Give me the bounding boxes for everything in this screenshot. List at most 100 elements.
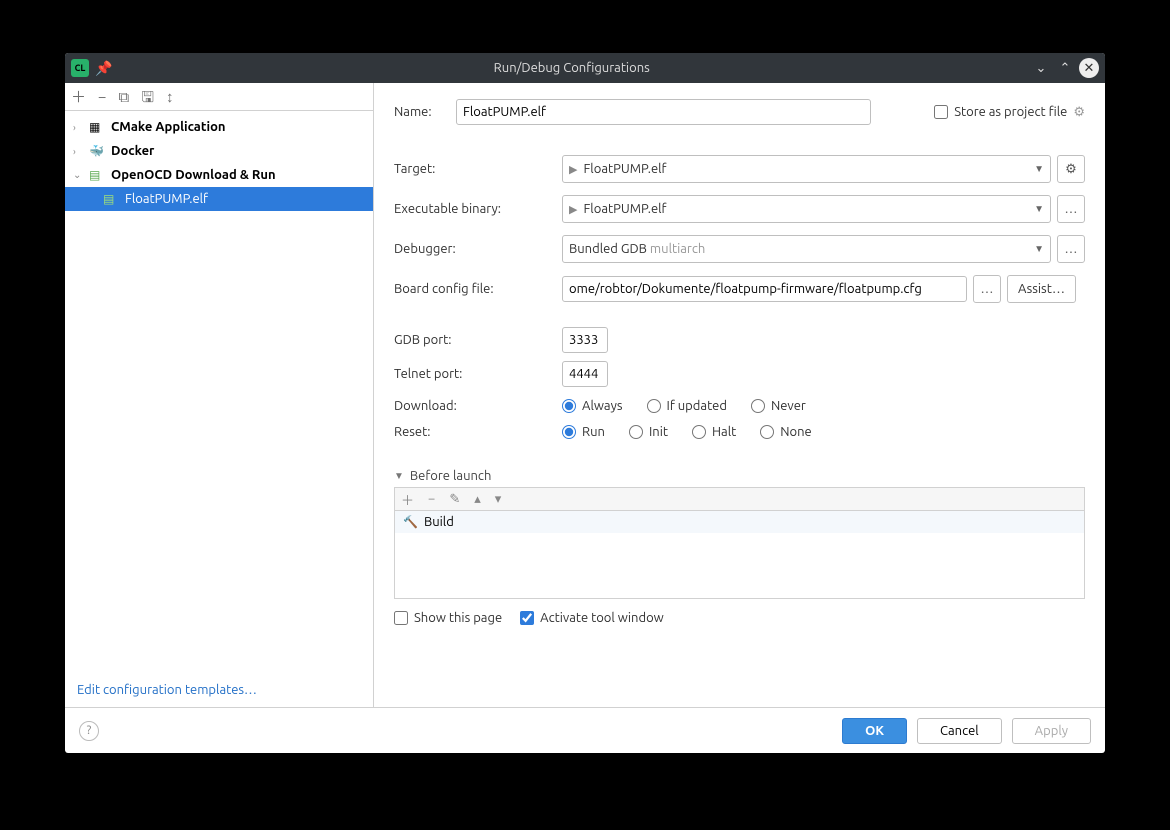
download-label: Download: bbox=[394, 399, 562, 413]
tree-cmake[interactable]: › ▦ CMake Application bbox=[65, 115, 373, 139]
store-label: Store as project file bbox=[954, 105, 1067, 119]
chevron-up-icon[interactable]: ⌃ bbox=[1055, 58, 1075, 78]
radio-label: Always bbox=[582, 399, 623, 413]
target-dropdown[interactable]: ▶ FloatPUMP.elf ▼ bbox=[562, 155, 1051, 183]
edit-templates-link[interactable]: Edit configuration templates… bbox=[77, 683, 257, 697]
dialog-footer: ? OK Cancel Apply bbox=[65, 707, 1105, 753]
download-never-radio[interactable] bbox=[751, 399, 765, 413]
form-panel: Name: Store as project file ⚙ Target: ▶ … bbox=[374, 83, 1105, 707]
name-input[interactable] bbox=[456, 99, 871, 125]
hammer-icon: 🔨 bbox=[403, 515, 418, 529]
debugger-dropdown[interactable]: Bundled GDB multiarch ▼ bbox=[562, 235, 1051, 263]
down-icon[interactable]: ▾ bbox=[495, 492, 502, 507]
list-item[interactable]: 🔨 Build bbox=[395, 511, 1084, 533]
chip-icon: ▤ bbox=[89, 168, 105, 182]
chevron-right-icon: › bbox=[73, 146, 83, 157]
up-icon[interactable]: ▴ bbox=[474, 492, 481, 507]
save-icon[interactable]: 🖫 bbox=[141, 89, 154, 104]
board-label: Board config file: bbox=[394, 282, 562, 296]
debugger-label: Debugger: bbox=[394, 242, 562, 256]
chevron-down-icon: ⌄ bbox=[73, 169, 83, 181]
radio-label: Halt bbox=[712, 425, 736, 439]
checkbox-label: Activate tool window bbox=[540, 611, 664, 625]
target-label: Target: bbox=[394, 162, 562, 176]
edit-icon[interactable]: ✎ bbox=[449, 492, 460, 507]
tree-openocd[interactable]: ⌄ ▤ OpenOCD Download & Run bbox=[65, 163, 373, 187]
sidebar-toolbar: ＋ − ⧉ 🖫 ↕ bbox=[65, 83, 373, 111]
remove-icon[interactable]: − bbox=[428, 492, 435, 506]
tree-label: CMake Application bbox=[111, 120, 226, 134]
radio-label: Run bbox=[582, 425, 605, 439]
sidebar: ＋ − ⧉ 🖫 ↕ › ▦ CMake Application › 🐳 Dock… bbox=[65, 83, 374, 707]
telnet-port-input[interactable] bbox=[562, 361, 608, 387]
caret-down-icon: ▼ bbox=[1034, 243, 1044, 255]
reset-none-radio[interactable] bbox=[760, 425, 774, 439]
caret-down-icon: ▼ bbox=[1034, 163, 1044, 175]
tree-label: FloatPUMP.elf bbox=[125, 192, 208, 206]
apply-button[interactable]: Apply bbox=[1012, 718, 1091, 744]
dropdown-extra: multiarch bbox=[650, 242, 705, 256]
binary-icon: ▶ bbox=[569, 203, 577, 216]
browse-button[interactable]: … bbox=[1057, 235, 1085, 263]
pin-icon[interactable]: 📌 bbox=[95, 60, 112, 77]
dropdown-value: FloatPUMP.elf bbox=[583, 202, 1034, 216]
cancel-button[interactable]: Cancel bbox=[917, 718, 1002, 744]
radio-label: Never bbox=[771, 399, 806, 413]
tree-docker[interactable]: › 🐳 Docker bbox=[65, 139, 373, 163]
target-icon: ▶ bbox=[569, 163, 577, 176]
add-icon[interactable]: ＋ bbox=[401, 490, 414, 509]
chip-icon: ▤ bbox=[103, 192, 119, 206]
store-checkbox[interactable] bbox=[934, 105, 948, 119]
caret-down-icon: ▼ bbox=[394, 470, 404, 482]
exec-dropdown[interactable]: ▶ FloatPUMP.elf ▼ bbox=[562, 195, 1051, 223]
close-icon[interactable]: ✕ bbox=[1079, 58, 1099, 78]
gdb-port-label: GDB port: bbox=[394, 333, 562, 347]
radio-label: If updated bbox=[667, 399, 727, 413]
gdb-port-input[interactable] bbox=[562, 327, 608, 353]
docker-icon: 🐳 bbox=[89, 144, 105, 158]
assist-button[interactable]: Assist… bbox=[1007, 275, 1076, 303]
app-icon: CL bbox=[71, 59, 89, 77]
download-always-radio[interactable] bbox=[562, 399, 576, 413]
activate-tool-checkbox[interactable] bbox=[520, 611, 534, 625]
tree-label: Docker bbox=[111, 144, 154, 158]
checkbox-label: Show this page bbox=[414, 611, 502, 625]
telnet-port-label: Telnet port: bbox=[394, 367, 562, 381]
chevron-right-icon: › bbox=[73, 122, 83, 133]
copy-icon[interactable]: ⧉ bbox=[118, 89, 129, 104]
window-title: Run/Debug Configurations bbox=[116, 61, 1027, 75]
gear-icon[interactable]: ⚙ bbox=[1057, 155, 1085, 183]
board-config-input[interactable] bbox=[562, 276, 967, 302]
browse-button[interactable]: … bbox=[973, 275, 1001, 303]
dialog-window: CL 📌 Run/Debug Configurations ⌄ ⌃ ✕ ＋ − … bbox=[65, 53, 1105, 753]
reset-init-radio[interactable] bbox=[629, 425, 643, 439]
section-title: Before launch bbox=[410, 469, 491, 483]
before-launch-header[interactable]: ▼ Before launch bbox=[394, 469, 1085, 483]
name-label: Name: bbox=[394, 105, 456, 119]
cmake-icon: ▦ bbox=[89, 120, 105, 134]
caret-down-icon: ▼ bbox=[1034, 203, 1044, 215]
before-launch-list: 🔨 Build bbox=[394, 511, 1085, 599]
help-icon[interactable]: ? bbox=[79, 721, 99, 741]
dropdown-value: Bundled GDB bbox=[569, 242, 647, 256]
before-launch-toolbar: ＋ − ✎ ▴ ▾ bbox=[394, 487, 1085, 511]
remove-icon[interactable]: − bbox=[98, 89, 106, 104]
sort-icon[interactable]: ↕ bbox=[166, 89, 174, 104]
browse-button[interactable]: … bbox=[1057, 195, 1085, 223]
dropdown-value: FloatPUMP.elf bbox=[583, 162, 1034, 176]
gear-icon[interactable]: ⚙ bbox=[1073, 105, 1085, 120]
ok-button[interactable]: OK bbox=[842, 718, 907, 744]
titlebar: CL 📌 Run/Debug Configurations ⌄ ⌃ ✕ bbox=[65, 53, 1105, 83]
tree-label: OpenOCD Download & Run bbox=[111, 168, 276, 182]
reset-run-radio[interactable] bbox=[562, 425, 576, 439]
tree-selected-item[interactable]: ▤ FloatPUMP.elf bbox=[65, 187, 373, 211]
radio-label: None bbox=[780, 425, 812, 439]
download-ifupdated-radio[interactable] bbox=[647, 399, 661, 413]
reset-halt-radio[interactable] bbox=[692, 425, 706, 439]
show-page-checkbox[interactable] bbox=[394, 611, 408, 625]
chevron-down-icon[interactable]: ⌄ bbox=[1031, 58, 1051, 78]
radio-label: Init bbox=[649, 425, 668, 439]
exec-label: Executable binary: bbox=[394, 202, 562, 216]
add-icon[interactable]: ＋ bbox=[71, 89, 86, 104]
reset-label: Reset: bbox=[394, 425, 562, 439]
